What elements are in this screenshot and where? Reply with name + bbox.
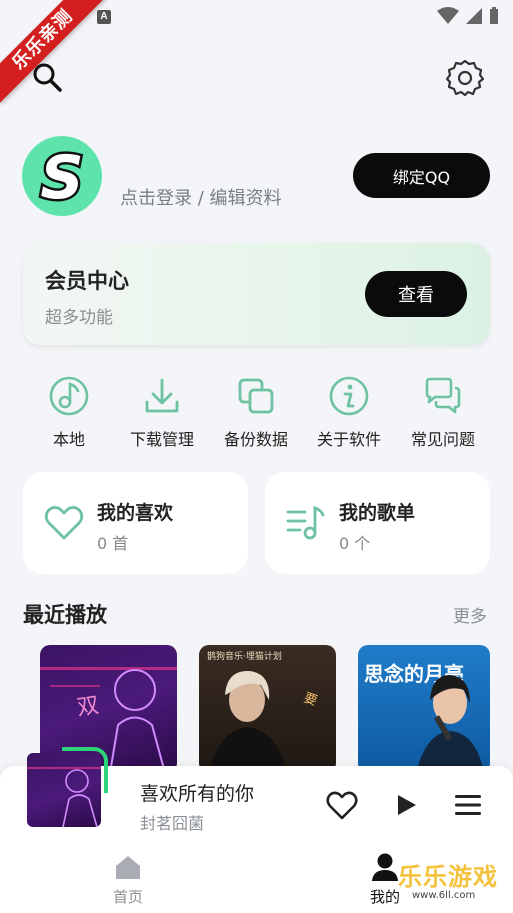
- playlists-count: 0 个: [339, 534, 371, 553]
- now-playing-title: 喜欢所有的你: [140, 783, 255, 805]
- avatar-s-logo: S: [38, 141, 86, 216]
- nav-home-label: 首页: [112, 888, 143, 906]
- heart-icon: [326, 791, 358, 820]
- playlists-title: 我的歌单: [339, 502, 416, 524]
- search-button[interactable]: [30, 60, 64, 94]
- quick-action-backup[interactable]: 备份数据: [206, 376, 306, 451]
- home-icon: [116, 856, 140, 879]
- login-edit-link[interactable]: 点击登录 / 编辑资料: [120, 184, 282, 210]
- recent-cover-3[interactable]: 思念的月亮: [358, 645, 490, 773]
- quick-action-label: 关于软件: [316, 430, 381, 449]
- nav-mine-label: 我的: [369, 888, 400, 906]
- play-button[interactable]: [392, 791, 420, 819]
- user-icon: [372, 853, 398, 881]
- vip-center-card[interactable]: 会员中心 超多功能 查看: [23, 243, 490, 345]
- gear-icon: [445, 59, 485, 97]
- playlist-icon: [286, 506, 325, 540]
- heart-icon: [44, 506, 84, 540]
- cover-art-portrait: 鹊狗音乐·埋猫计划 要: [207, 650, 319, 773]
- wifi-icon: [437, 7, 459, 24]
- svg-text:双: 双: [75, 693, 100, 721]
- settings-button[interactable]: [445, 58, 485, 97]
- vip-title: 会员中心: [45, 269, 129, 293]
- my-favorites-card[interactable]: 我的喜欢 0 首: [23, 472, 248, 574]
- bind-qq-button[interactable]: 绑定QQ: [353, 153, 490, 198]
- quick-action-download[interactable]: 下载管理: [112, 376, 212, 451]
- mini-player-progress-ring: [62, 747, 108, 793]
- recent-more-link[interactable]: 更多: [453, 602, 487, 627]
- quick-action-local[interactable]: 本地: [19, 376, 119, 451]
- site-watermark: 乐乐游戏 www.6ll.com: [398, 862, 513, 913]
- battery-icon: [490, 7, 498, 24]
- music-note-icon: [49, 376, 89, 416]
- avatar[interactable]: S: [22, 136, 102, 216]
- download-icon: [145, 378, 179, 413]
- quick-action-label: 常见问题: [410, 430, 475, 449]
- info-icon: [329, 376, 369, 416]
- quick-action-about[interactable]: 关于软件: [299, 376, 399, 451]
- quick-action-label: 备份数据: [223, 430, 288, 449]
- vip-view-button[interactable]: 查看: [365, 271, 467, 317]
- status-icons: [437, 7, 499, 25]
- quick-action-label: 本地: [52, 430, 85, 449]
- recent-cover-2[interactable]: 鹊狗音乐·埋猫计划 要: [199, 645, 336, 773]
- signal-icon: [466, 8, 482, 24]
- my-playlists-card[interactable]: 我的歌单 0 个: [265, 472, 490, 574]
- vip-subtitle: 超多功能: [45, 308, 113, 328]
- favorites-count: 0 首: [97, 534, 129, 553]
- now-playing-artist: 封茗囧菌: [140, 814, 205, 833]
- quick-action-faq[interactable]: 常见问题: [393, 376, 493, 451]
- cover-art-singer: 思念的月亮: [364, 662, 484, 773]
- copy-icon: [238, 378, 274, 414]
- svg-text:鹊狗音乐·埋猫计划: 鹊狗音乐·埋猫计划: [207, 650, 282, 662]
- nav-home-tab[interactable]: 首页: [98, 854, 158, 912]
- play-icon: [398, 795, 416, 815]
- search-icon: [33, 63, 62, 92]
- like-button[interactable]: [325, 788, 359, 822]
- recent-played-title: 最近播放: [23, 603, 107, 627]
- playlist-queue-button[interactable]: [453, 792, 483, 818]
- svg-text:要: 要: [302, 691, 319, 710]
- menu-list-icon: [455, 795, 481, 815]
- quick-action-label: 下载管理: [129, 430, 194, 449]
- favorites-title: 我的喜欢: [97, 502, 174, 524]
- chat-icon: [425, 377, 461, 414]
- watermark-text: 乐乐游戏: [398, 862, 498, 891]
- svg-text:S: S: [40, 143, 83, 213]
